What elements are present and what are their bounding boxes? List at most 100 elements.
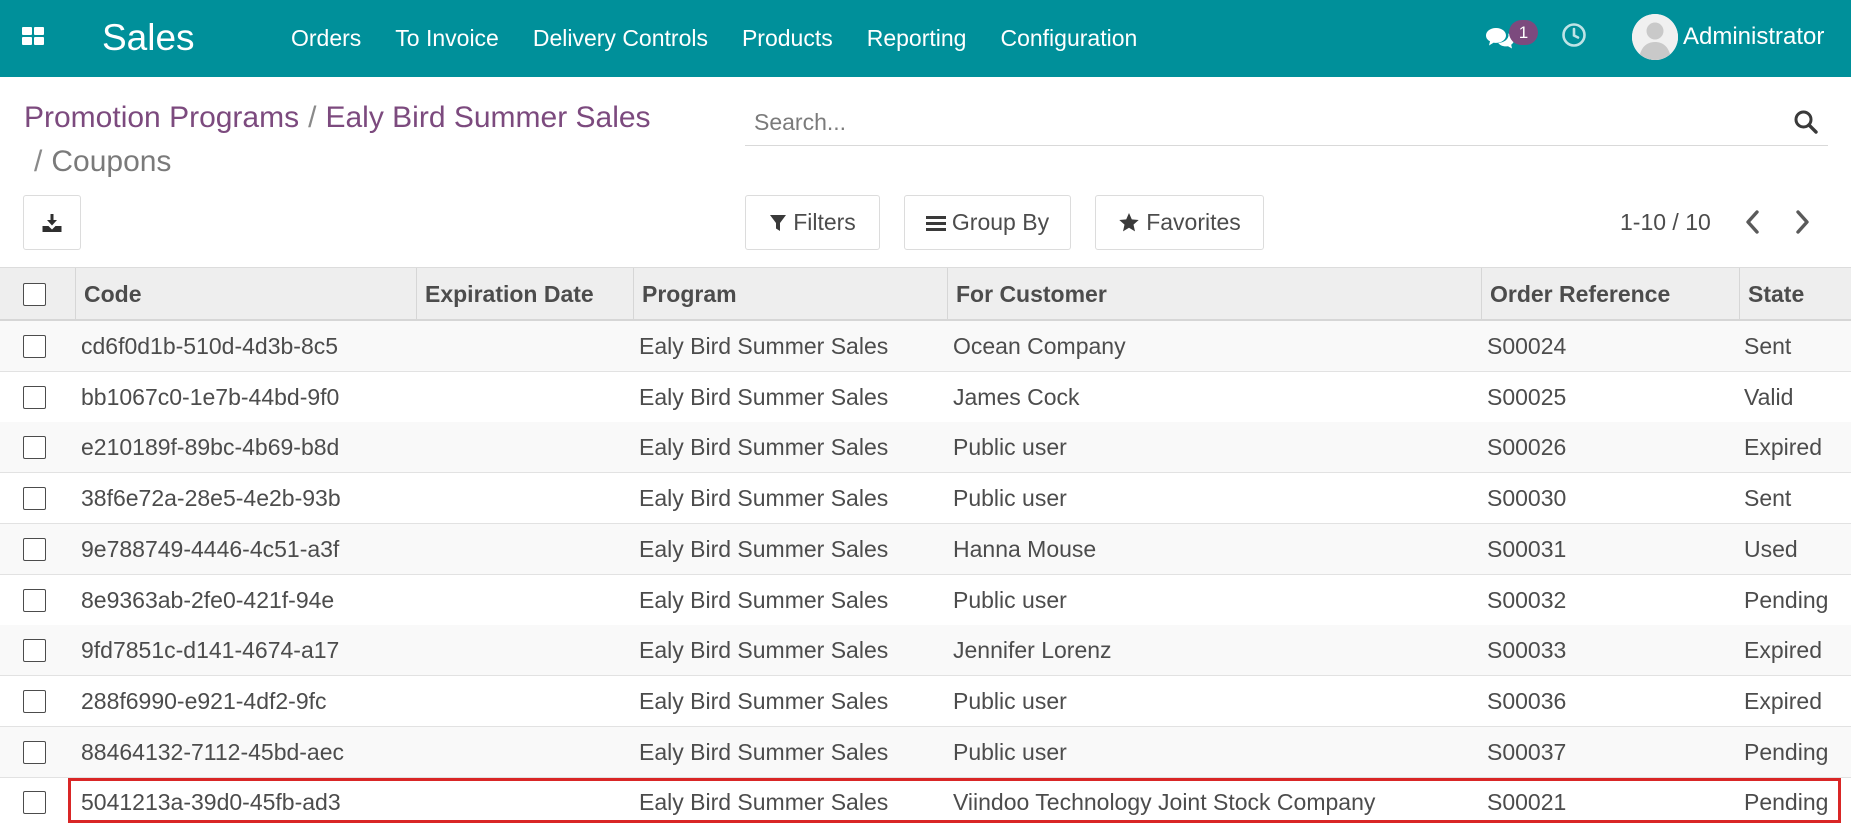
table-row[interactable]: 38f6e72a-28e5-4e2b-93b Ealy Bird Summer S… — [0, 473, 1851, 525]
cell-customer: Public user — [953, 586, 1067, 613]
column-header-order-reference[interactable]: Order Reference — [1481, 268, 1739, 320]
chevron-left-icon[interactable] — [1741, 209, 1765, 235]
cell-code: cd6f0d1b-510d-4d3b-8c5 — [81, 333, 339, 359]
row-checkbox[interactable] — [23, 588, 46, 612]
menu-item-orders[interactable]: Orders — [274, 20, 378, 56]
row-checkbox[interactable] — [23, 385, 46, 409]
row-checkbox[interactable] — [23, 639, 46, 663]
cell-state: Expired — [1744, 687, 1822, 714]
cell-program: Ealy Bird Summer Sales — [639, 485, 889, 512]
cell-order-reference: S00033 — [1487, 637, 1567, 664]
cell-customer: Public user — [953, 485, 1067, 512]
breadcrumb-promotion-programs[interactable]: Promotion Programs — [24, 101, 299, 134]
menu-item-configuration[interactable]: Configuration — [983, 20, 1154, 56]
table-row[interactable]: 288f6990-e921-4df2-9fc Ealy Bird Summer S… — [0, 676, 1851, 727]
breadcrumb: Promotion Programs / Ealy Bird Summer Sale… — [24, 96, 724, 184]
row-checkbox[interactable] — [23, 436, 46, 460]
cell-code: bb1067c0-1e7b-44bd-9f0 — [81, 383, 340, 410]
cell-code: 5041213a-39d0-45fb-ad3 — [81, 789, 341, 816]
favorites-label: Favorites — [1146, 209, 1241, 235]
star-icon — [1118, 212, 1140, 233]
favorites-button[interactable]: Favorites — [1095, 195, 1264, 250]
user-menu[interactable]: Administrator — [1683, 19, 1824, 55]
row-checkbox[interactable] — [23, 740, 46, 764]
cell-customer: Public user — [953, 687, 1067, 714]
search-icon[interactable] — [1793, 109, 1819, 135]
row-checkbox[interactable] — [23, 487, 46, 511]
cell-customer: James Cock — [953, 383, 1080, 410]
cell-code: 9e788749-4446-4c51-a3f — [81, 535, 340, 562]
column-header-expiration-date[interactable]: Expiration Date — [416, 268, 633, 320]
search-input[interactable] — [745, 100, 1775, 144]
menu-item-delivery-controls[interactable]: Delivery Controls — [516, 20, 725, 56]
table-row[interactable]: bb1067c0-1e7b-44bd-9f0 Ealy Bird Summer S… — [0, 372, 1851, 423]
message-count-badge: 1 — [1509, 20, 1538, 45]
group-by-button[interactable]: Group By — [904, 195, 1071, 250]
cell-customer: Hanna Mouse — [953, 535, 1097, 562]
table-row[interactable]: cd6f0d1b-510d-4d3b-8c5 Ealy Bird Summer S… — [0, 321, 1851, 372]
cell-state: Valid — [1744, 383, 1794, 410]
cell-order-reference: S00037 — [1487, 738, 1567, 765]
chevron-right-icon[interactable] — [1790, 209, 1814, 235]
search-bar — [745, 100, 1828, 146]
table-header: Code Expiration Date Program For Custome… — [0, 267, 1851, 321]
app-brand[interactable]: Sales — [102, 16, 195, 60]
cell-order-reference: S00025 — [1487, 383, 1567, 410]
messages-button[interactable]: 1 — [1485, 20, 1538, 56]
cell-state: Used — [1744, 535, 1798, 562]
cell-program: Ealy Bird Summer Sales — [639, 586, 889, 613]
table-row[interactable]: 9e788749-4446-4c51-a3f Ealy Bird Summer S… — [0, 523, 1851, 575]
menu-item-to-invoice[interactable]: To Invoice — [378, 20, 516, 56]
cell-program: Ealy Bird Summer Sales — [639, 434, 889, 461]
cell-code: e210189f-89bc-4b69-b8d — [81, 434, 340, 461]
download-icon — [42, 213, 62, 232]
cell-program: Ealy Bird Summer Sales — [639, 383, 889, 410]
breadcrumb-program[interactable]: Ealy Bird Summer Sales — [325, 101, 650, 134]
apps-menu-icon[interactable] — [22, 27, 46, 47]
cell-program: Ealy Bird Summer Sales — [639, 687, 889, 714]
select-all-checkbox[interactable] — [23, 283, 46, 306]
group-by-label: Group By — [951, 209, 1050, 235]
menu-item-products[interactable]: Products — [725, 20, 850, 56]
table-row[interactable]: 5041213a-39d0-45fb-ad3 Ealy Bird Summer S… — [0, 777, 1851, 827]
cell-state: Sent — [1744, 333, 1792, 359]
cell-state: Expired — [1744, 434, 1822, 461]
menu-item-reporting[interactable]: Reporting — [850, 20, 984, 56]
export-button[interactable] — [23, 195, 81, 250]
cell-code: 8e9363ab-2fe0-421f-94e — [81, 586, 335, 613]
table-row[interactable]: 8e9363ab-2fe0-421f-94e Ealy Bird Summer S… — [0, 575, 1851, 626]
row-checkbox[interactable] — [23, 689, 46, 713]
cell-order-reference: S00021 — [1487, 789, 1567, 816]
cell-program: Ealy Bird Summer Sales — [639, 333, 889, 359]
filters-button[interactable]: Filters — [745, 195, 880, 250]
cell-code: 88464132-7112-45bd-aec — [81, 738, 345, 765]
cell-program: Ealy Bird Summer Sales — [639, 535, 889, 562]
user-avatar[interactable] — [1632, 14, 1678, 60]
pager-value[interactable]: 1-10 / 10 — [1620, 204, 1711, 240]
column-header-customer[interactable]: For Customer — [947, 268, 1481, 320]
row-checkbox[interactable] — [23, 335, 46, 358]
cell-state: Expired — [1744, 637, 1822, 664]
cell-order-reference: S00024 — [1487, 333, 1567, 359]
cell-program: Ealy Bird Summer Sales — [639, 789, 889, 816]
column-header-program[interactable]: Program — [633, 268, 947, 320]
cell-state: Pending — [1744, 738, 1829, 765]
row-checkbox[interactable] — [23, 537, 46, 561]
column-header-state[interactable]: State — [1739, 268, 1851, 320]
cell-customer: Ocean Company — [953, 333, 1126, 359]
filter-icon — [769, 213, 787, 233]
row-checkbox[interactable] — [23, 791, 46, 815]
filters-label: Filters — [793, 209, 856, 235]
activity-clock-icon[interactable] — [1561, 22, 1591, 52]
cell-order-reference: S00031 — [1487, 535, 1567, 562]
table-row[interactable]: 88464132-7112-45bd-aec Ealy Bird Summer S… — [0, 726, 1851, 778]
cell-state: Pending — [1744, 586, 1829, 613]
bars-icon — [925, 214, 946, 232]
table-row[interactable]: e210189f-89bc-4b69-b8d Ealy Bird Summer S… — [0, 422, 1851, 474]
cell-order-reference: S00036 — [1487, 687, 1567, 714]
column-header-code[interactable]: Code — [75, 268, 416, 320]
table-row[interactable]: 9fd7851c-d141-4674-a17 Ealy Bird Summer S… — [0, 625, 1851, 677]
cell-code: 288f6990-e921-4df2-9fc — [81, 687, 327, 714]
cell-code: 38f6e72a-28e5-4e2b-93b — [81, 485, 341, 512]
cell-customer: Viindoo Technology Joint Stock Company — [953, 789, 1376, 816]
